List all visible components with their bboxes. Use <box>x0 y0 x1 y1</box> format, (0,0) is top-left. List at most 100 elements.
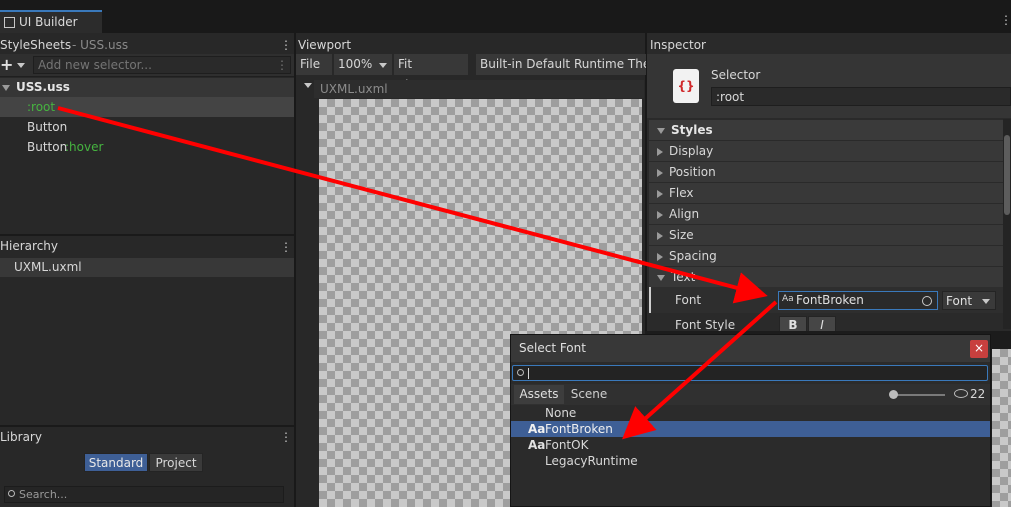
font-item-label: FontBroken <box>545 422 613 436</box>
theme-dropdown[interactable]: Built-in Default Runtime Theme <box>476 54 646 75</box>
font-style-label: Font Style <box>675 318 736 332</box>
inspector-title: Inspector <box>650 38 706 52</box>
file-menu-button[interactable]: File <box>296 54 332 88</box>
selector-icon: {} <box>673 69 699 103</box>
hidden-count: 22 <box>970 387 986 401</box>
selector-element: Button <box>27 120 68 134</box>
search-icon <box>517 369 524 376</box>
bold-toggle[interactable]: B <box>779 316 807 332</box>
select-font-titlebar: Select Font <box>511 335 990 362</box>
title-bar <box>0 0 1011 33</box>
selector-item-button-hover[interactable]: Button :hover <box>0 137 294 157</box>
add-stylesheet-button[interactable]: + <box>0 56 28 74</box>
window-tab[interactable]: UI Builder <box>0 10 102 33</box>
font-object-field[interactable]: Aa FontBroken <box>778 291 938 310</box>
selector-label: Selector <box>711 68 761 82</box>
file-menu-label: File <box>300 57 321 71</box>
section-label: Spacing <box>669 249 717 263</box>
search-icon <box>8 490 15 497</box>
library-tab-project[interactable]: Project <box>149 453 203 472</box>
italic-toggle[interactable]: I <box>808 316 836 332</box>
hierarchy-menu-icon[interactable]: ⋮ <box>280 241 292 253</box>
selector-element: Button <box>27 140 68 154</box>
section-position[interactable]: Position <box>649 161 1003 182</box>
section-label: Display <box>669 144 714 158</box>
library-tab-standard[interactable]: Standard <box>84 453 148 472</box>
section-label: Size <box>669 228 694 242</box>
fit-viewport-button[interactable]: Fit viewport <box>394 54 468 92</box>
font-type-dropdown[interactable]: Font <box>942 291 996 310</box>
font-item-label: FontOK <box>545 438 589 452</box>
foldout-closed-icon <box>657 189 663 198</box>
font-item-none[interactable]: None <box>511 405 990 421</box>
stylesheet-file-row[interactable]: USS.uss <box>0 78 294 97</box>
font-asset-icon: Aa <box>782 294 794 304</box>
hierarchy-item[interactable]: UXML.uxml <box>0 258 294 277</box>
section-text[interactable]: Text <box>649 266 1003 287</box>
selector-field[interactable] <box>711 87 1011 106</box>
library-title: Library <box>0 430 42 444</box>
section-spacing[interactable]: Spacing <box>649 245 1003 266</box>
chevron-down-icon <box>379 63 387 68</box>
font-search-field[interactable] <box>512 365 988 381</box>
stylesheet-file-name: USS.uss <box>16 80 70 94</box>
zoom-dropdown[interactable]: 100% <box>334 54 392 75</box>
close-icon: × <box>973 341 985 355</box>
hidden-count-icon[interactable] <box>954 389 968 398</box>
section-label: Position <box>669 165 716 179</box>
add-selector-input[interactable] <box>33 56 291 74</box>
object-picker-icon[interactable] <box>922 296 932 306</box>
chevron-down-icon <box>304 83 312 88</box>
document-tab: UXML.uxml <box>314 80 644 98</box>
font-item-fontok[interactable]: Aa FontOK <box>511 437 990 453</box>
library-menu-icon[interactable]: ⋮ <box>280 431 292 443</box>
font-item-legacyruntime[interactable]: LegacyRuntime <box>511 453 990 469</box>
slider-handle[interactable] <box>889 390 898 399</box>
styles-header[interactable]: Styles <box>649 119 1003 140</box>
foldout-closed-icon <box>657 168 663 177</box>
selector-pseudo: :hover <box>65 140 104 154</box>
stylesheets-title: StyleSheets <box>0 38 72 52</box>
foldout-closed-icon <box>657 210 663 219</box>
window-menu-icon[interactable]: ⋮ <box>1000 14 1011 26</box>
stylesheets-header: StyleSheets - USS.uss ⋮ <box>0 36 294 54</box>
section-flex[interactable]: Flex <box>649 182 1003 203</box>
library-header: Library ⋮ <box>0 428 294 446</box>
close-button[interactable]: × <box>970 340 988 358</box>
section-size[interactable]: Size <box>649 224 1003 245</box>
font-item-fontbroken[interactable]: Aa FontBroken <box>511 421 990 437</box>
font-item-label: None <box>545 406 577 420</box>
document-label: UXML.uxml <box>320 82 388 96</box>
foldout-open-icon <box>657 274 665 281</box>
ui-builder-icon <box>4 17 15 28</box>
inspector-scrollbar[interactable] <box>1003 119 1011 329</box>
hierarchy-title: Hierarchy <box>0 239 59 253</box>
braces-icon: {} <box>677 79 695 93</box>
font-asset-icon: Aa <box>528 422 546 436</box>
library-search-field[interactable]: Search... <box>4 486 284 503</box>
icon-size-slider[interactable] <box>893 394 945 396</box>
selector-item-root[interactable]: :root <box>0 97 294 117</box>
font-type-label: Font <box>946 294 973 308</box>
window-tab-label: UI Builder <box>19 15 78 29</box>
section-align[interactable]: Align <box>649 203 1003 224</box>
select-font-title: Select Font <box>519 341 586 355</box>
stylesheets-menu-icon[interactable]: ⋮ <box>280 39 292 51</box>
tab-scene[interactable]: Scene <box>566 385 612 404</box>
tab-assets[interactable]: Assets <box>514 385 564 404</box>
stylesheets-file-label: - USS.uss <box>72 38 129 52</box>
scrollbar-thumb[interactable] <box>1004 135 1010 215</box>
zoom-label: 100% <box>338 57 373 71</box>
section-label: Flex <box>669 186 694 200</box>
foldout-open-icon <box>657 127 665 134</box>
chevron-down-icon <box>17 63 26 68</box>
section-display[interactable]: Display <box>649 140 1003 161</box>
font-field-value: FontBroken <box>796 293 864 307</box>
text-caret <box>528 368 529 379</box>
foldout-open-icon <box>2 84 10 91</box>
font-label: Font <box>675 293 702 307</box>
selector-options-icon[interactable]: ⋮ <box>276 59 288 71</box>
selector-item-button[interactable]: Button <box>0 117 294 137</box>
hierarchy-header: Hierarchy ⋮ <box>0 237 294 256</box>
font-asset-icon: Aa <box>528 438 546 452</box>
